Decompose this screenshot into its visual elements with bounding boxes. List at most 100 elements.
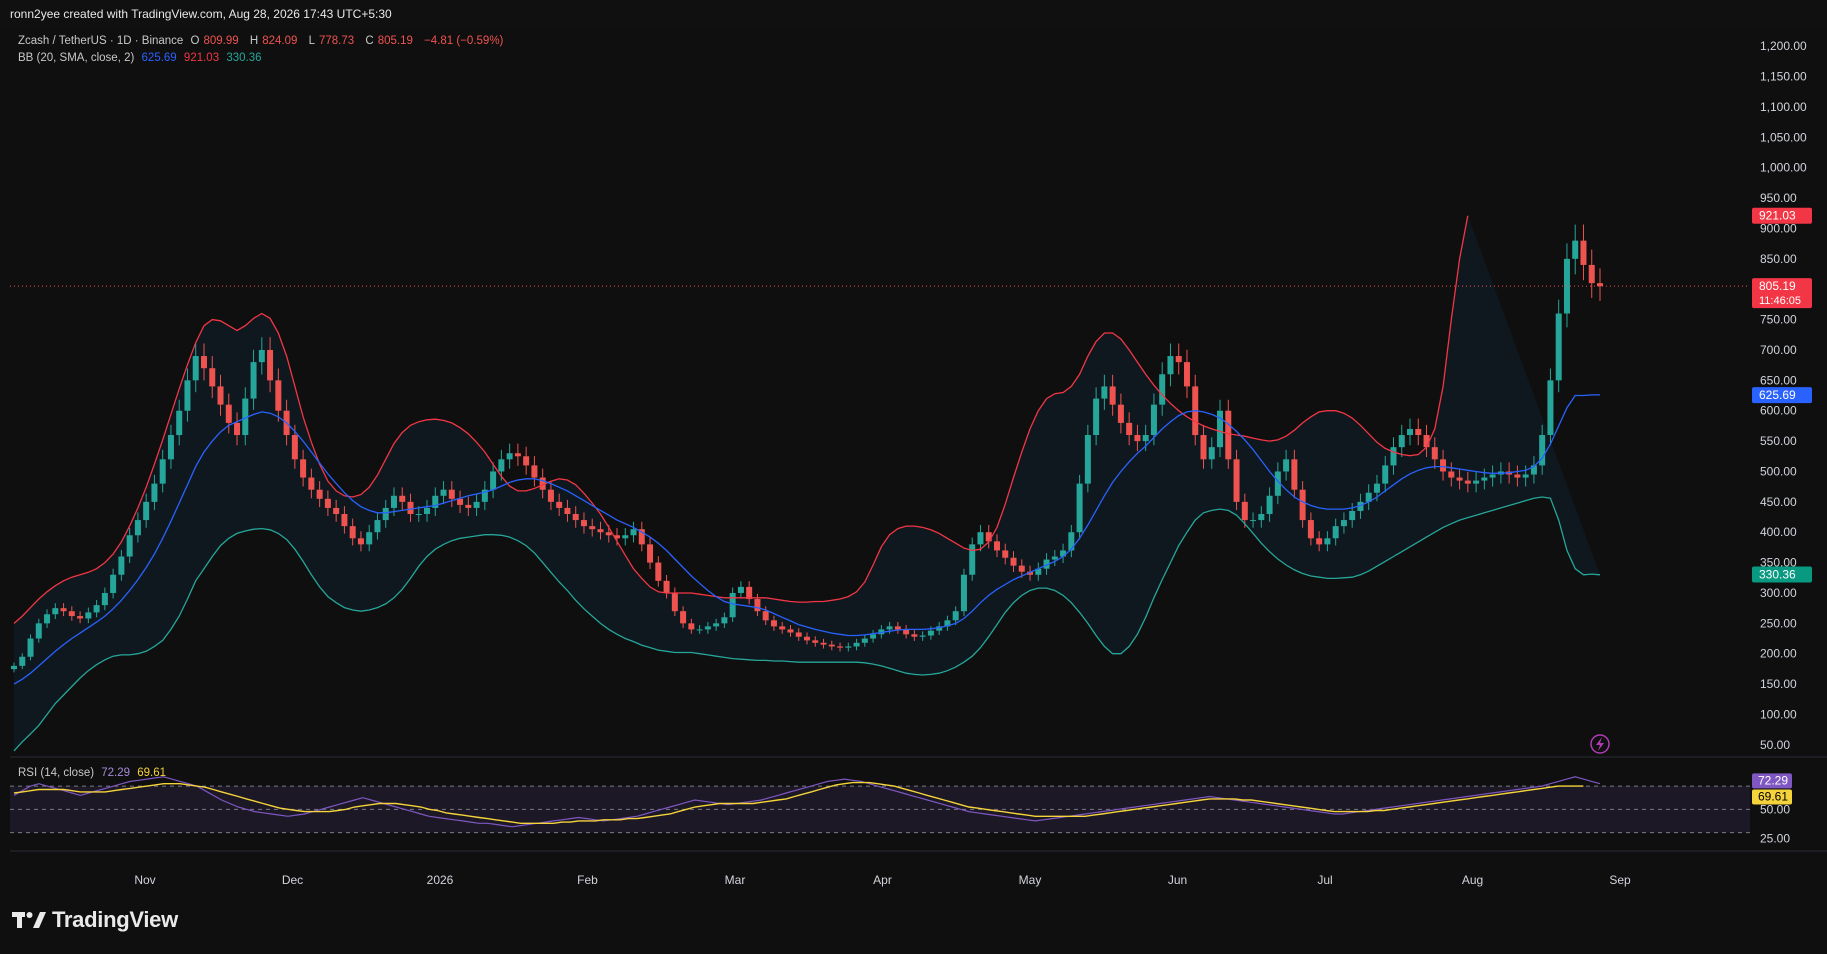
candle-body bbox=[762, 611, 769, 621]
candle-body bbox=[820, 642, 827, 645]
candle-body bbox=[126, 535, 133, 557]
candle-body bbox=[19, 656, 26, 666]
candle-body bbox=[316, 489, 323, 499]
candle-body bbox=[564, 507, 571, 514]
candle-body bbox=[1225, 410, 1232, 460]
candle-body bbox=[754, 599, 761, 612]
candle-body bbox=[52, 608, 59, 615]
candle-body bbox=[1448, 471, 1455, 478]
candle-body bbox=[812, 640, 819, 643]
candle-body bbox=[969, 544, 976, 575]
candle-body bbox=[1464, 480, 1471, 484]
candle-body bbox=[250, 362, 257, 399]
candle-body bbox=[1051, 556, 1058, 560]
candle-body bbox=[704, 626, 711, 630]
candle-body bbox=[1456, 477, 1463, 481]
candle-body bbox=[605, 532, 612, 536]
candle-body bbox=[192, 356, 199, 381]
candle-body bbox=[729, 592, 736, 618]
candle-body bbox=[630, 529, 637, 536]
candle-body bbox=[1332, 526, 1339, 539]
candle-body bbox=[85, 612, 92, 619]
price-tick-label: 850.00 bbox=[1760, 252, 1797, 266]
tradingview-logo[interactable]: TradingView bbox=[12, 907, 178, 933]
candle-body bbox=[919, 635, 926, 637]
candle-body bbox=[1407, 428, 1414, 436]
candle-body bbox=[1167, 356, 1174, 375]
candle-body bbox=[457, 498, 464, 505]
candle-body bbox=[1489, 474, 1496, 478]
candle-body bbox=[886, 626, 893, 630]
candle-body bbox=[1398, 435, 1405, 448]
candle-body bbox=[787, 629, 794, 633]
candle-body bbox=[952, 611, 959, 621]
rsi-label: RSI (14, close) bbox=[18, 767, 95, 779]
candle-body bbox=[440, 489, 447, 496]
candle-body bbox=[514, 453, 521, 457]
candle-body bbox=[1299, 489, 1306, 521]
price-tick-label: 1,150.00 bbox=[1760, 70, 1807, 84]
candle-body bbox=[101, 592, 108, 606]
price-tick-label: 50.00 bbox=[1760, 738, 1790, 752]
price-tick-label: 950.00 bbox=[1760, 191, 1797, 205]
candle-body bbox=[399, 495, 406, 502]
candle-body bbox=[837, 646, 844, 648]
footer: TradingView bbox=[0, 895, 1827, 954]
price-tick-label: 600.00 bbox=[1760, 404, 1797, 418]
candle-body bbox=[853, 642, 860, 647]
price-chart-svg[interactable]: 50.00100.00150.00200.00250.00300.00350.0… bbox=[0, 0, 1827, 895]
last-price-label-countdown: 11:46:05 bbox=[1759, 295, 1801, 307]
candle-body bbox=[1175, 356, 1182, 363]
time-tick-label: Mar bbox=[725, 873, 746, 887]
candle-body bbox=[217, 386, 224, 405]
rsi-ma-label: 69.61 bbox=[1758, 790, 1788, 804]
candle-body bbox=[597, 529, 604, 533]
candle-body bbox=[1117, 404, 1124, 423]
rsi-value: 72.29 bbox=[101, 767, 131, 779]
candle-body bbox=[1283, 459, 1290, 472]
candle-body bbox=[804, 636, 810, 641]
candle-body bbox=[118, 556, 125, 575]
price-tick-label: 300.00 bbox=[1760, 586, 1797, 600]
rsi-legend[interactable]: RSI (14, close) 72.29 69.61 bbox=[18, 767, 170, 779]
candle-body bbox=[415, 514, 422, 515]
candle-body bbox=[300, 459, 307, 478]
candle-body bbox=[1547, 380, 1554, 436]
candle-body bbox=[1109, 386, 1116, 405]
candle-body bbox=[1473, 480, 1480, 484]
candle-body bbox=[1010, 557, 1017, 566]
candle-body bbox=[960, 574, 967, 612]
candle-body bbox=[1324, 538, 1331, 545]
candle-body bbox=[795, 632, 802, 637]
price-tick-label: 750.00 bbox=[1760, 313, 1797, 327]
candle-body bbox=[1291, 459, 1298, 490]
candle-body bbox=[324, 498, 331, 508]
candle-body bbox=[134, 520, 141, 536]
price-tick-label: 650.00 bbox=[1760, 373, 1797, 387]
candle-body bbox=[184, 380, 191, 411]
candle-body bbox=[200, 356, 207, 369]
candle-body bbox=[77, 616, 84, 619]
candle-body bbox=[828, 644, 835, 647]
candle-body bbox=[713, 623, 720, 627]
candle-body bbox=[366, 532, 373, 545]
chart-area[interactable]: 50.00 100.00 150.00 200.00 250.00 300.00 350.0… bbox=[0, 0, 1827, 954]
candle-body bbox=[498, 459, 505, 472]
candle-body bbox=[209, 368, 216, 387]
candle-body bbox=[1142, 435, 1149, 442]
close-value: 805.19 bbox=[377, 35, 413, 47]
bb-legend[interactable]: BB (20, SMA, close, 2) 625.69 921.03 330… bbox=[18, 52, 266, 64]
candle-body bbox=[1266, 495, 1273, 514]
symbol-name[interactable]: Zcash / TetherUS · 1D · Binance bbox=[18, 35, 183, 47]
candle-body bbox=[1258, 514, 1265, 521]
high-value: 824.09 bbox=[262, 35, 298, 47]
candle-body bbox=[1233, 459, 1240, 502]
candle-body bbox=[1572, 240, 1579, 259]
candle-body bbox=[506, 453, 513, 460]
candle-body bbox=[531, 465, 538, 478]
candle-body bbox=[845, 646, 852, 648]
candle-body bbox=[465, 504, 472, 508]
candle-body bbox=[151, 483, 158, 502]
rsi-ma-value: 69.61 bbox=[137, 767, 167, 779]
candle-body bbox=[1134, 435, 1141, 442]
